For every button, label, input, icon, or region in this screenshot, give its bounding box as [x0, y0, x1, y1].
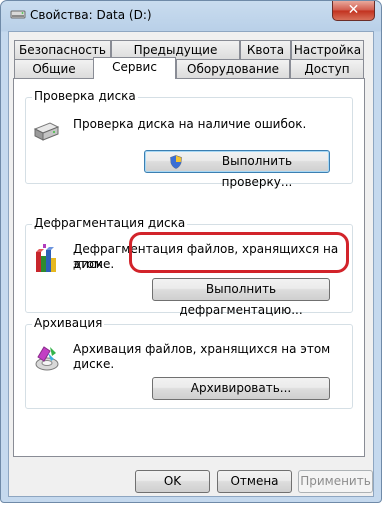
cancel-button[interactable]: Отмена [217, 470, 292, 493]
check-disk-group: Проверка диска Проверка диска на наличие… [25, 89, 353, 189]
hard-drive-icon [33, 122, 60, 141]
tab-quota[interactable]: Квота [240, 40, 291, 59]
close-button[interactable]: ✕ [332, 1, 375, 21]
backup-icon [35, 346, 59, 371]
drive-icon [10, 10, 26, 19]
run-check-button[interactable]: Выполнить проверку... [144, 150, 330, 189]
backup-button[interactable]: Архивировать... [152, 377, 330, 400]
properties-window: Свойства: Data (D:) ✕ Безопасность Преды… [0, 0, 382, 503]
tab-service[interactable]: Сервис [93, 57, 176, 79]
defrag-group-label: Дефрагментация диска [32, 216, 188, 230]
tab-general[interactable]: Общие [14, 59, 94, 78]
apply-button[interactable]: Применить [298, 470, 373, 493]
title-bar[interactable]: Свойства: Data (D:) ✕ [1, 1, 381, 31]
backup-group-label: Архивация [32, 316, 105, 330]
window-title: Свойства: Data (D:) [30, 8, 152, 22]
defrag-highlight-annotation [129, 232, 349, 273]
backup-description: Архивация файлов, хранящихся на этом дис… [73, 342, 331, 371]
defrag-description-line2: диске. [73, 257, 115, 271]
run-check-label: Выполнить проверку... [221, 154, 293, 189]
ok-button[interactable]: OK [135, 470, 210, 493]
tab-settings[interactable]: Настройка [291, 40, 364, 59]
tab-sharing[interactable]: Доступ [290, 59, 364, 78]
defrag-icon [36, 244, 56, 272]
run-defrag-button[interactable]: Выполнить дефрагментацию... [152, 278, 330, 317]
backup-group: Архивация Архивация файлов, хранящихся н… [25, 316, 353, 409]
check-disk-description: Проверка диска на наличие ошибок. [73, 117, 307, 131]
uac-shield-icon [170, 155, 182, 169]
check-disk-group-label: Проверка диска [32, 89, 138, 103]
tab-hardware[interactable]: Оборудование [176, 59, 290, 78]
